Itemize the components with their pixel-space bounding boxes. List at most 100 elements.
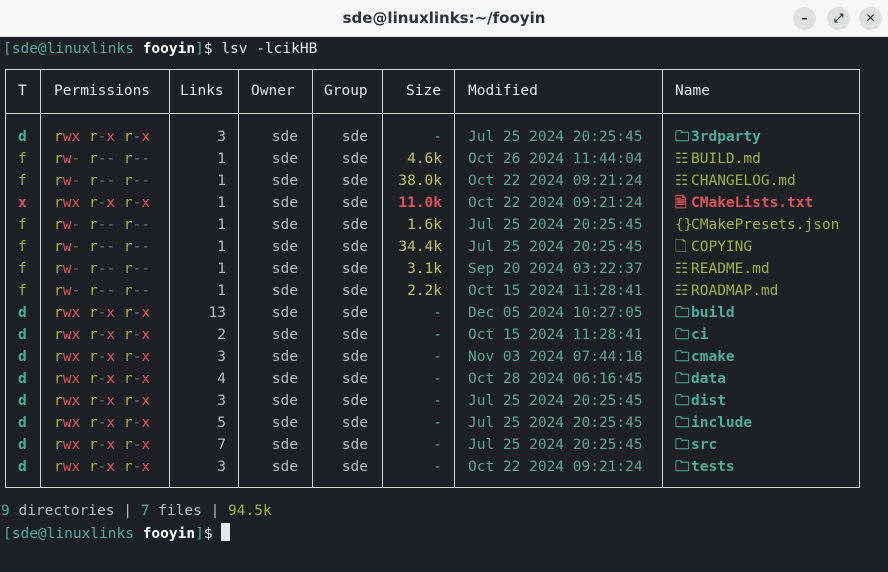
cell-group: sde [341, 393, 368, 409]
cell-links: 1 [217, 151, 226, 167]
cell-name[interactable]: 🗀 3rdparty [675, 126, 761, 148]
folder-icon: 🗀 [675, 459, 690, 475]
cell-name[interactable]: ☷ README.md [675, 258, 770, 280]
folder-icon: 🗀 [675, 393, 690, 409]
file-name: README.md [691, 261, 770, 277]
cell-name[interactable]: 🗎 CMakeLists.txt [675, 192, 813, 214]
minimize-button[interactable]: – [793, 7, 816, 30]
cell-type: d [18, 327, 27, 343]
cell-size: 1.6k [407, 217, 442, 233]
cell-group: sde [341, 371, 368, 387]
header-size: Size [406, 83, 441, 99]
folder-icon: 🗀 [675, 305, 690, 321]
cell-permissions: rwx r-x r-x [54, 371, 151, 387]
prompt-line[interactable]: [sde@linuxlinks fooyin]$ [3, 523, 231, 543]
cell-type: f [18, 239, 27, 255]
cell-owner: sde [271, 261, 298, 277]
terminal-area[interactable]: [sde@linuxlinks fooyin]$ lsv -lcikHB T P… [0, 37, 888, 572]
file-name: src [691, 437, 718, 453]
cell-group: sde [341, 129, 368, 145]
cell-links: 1 [217, 195, 226, 211]
cell-group: sde [341, 415, 368, 431]
cell-name[interactable]: 🗀 include [675, 412, 752, 434]
cell-owner: sde [271, 129, 298, 145]
folder-icon: 🗀 [675, 327, 690, 343]
cell-name[interactable]: {}CMakePresets.json [675, 214, 839, 236]
text-file-icon: 🗎 [675, 195, 687, 211]
close-button[interactable]: ✕ [859, 7, 882, 30]
folder-icon: 🗀 [675, 437, 690, 453]
cell-owner: sde [271, 437, 298, 453]
cell-links: 1 [217, 283, 226, 299]
cell-links: 1 [217, 261, 226, 277]
cell-owner: sde [271, 371, 298, 387]
cell-group: sde [341, 305, 368, 321]
markdown-icon: ☷ [675, 173, 688, 189]
cell-permissions: rwx r-x r-x [54, 459, 151, 475]
file-name: ci [691, 327, 709, 343]
cell-links: 1 [217, 173, 226, 189]
cell-modified: Dec 05 2024 10:27:05 [468, 305, 643, 321]
cell-size: - [433, 349, 442, 365]
header-owner: Owner [251, 83, 295, 99]
file-name: data [691, 371, 726, 387]
cell-group: sde [341, 239, 368, 255]
file-name: build [691, 305, 735, 321]
cell-permissions: rw- r-- r-- [54, 173, 151, 189]
cell-name[interactable]: ☷ ROADMAP.md [675, 280, 778, 302]
cell-size: - [433, 305, 442, 321]
cell-links: 3 [217, 129, 226, 145]
cell-modified: Jul 25 2024 20:25:45 [468, 129, 643, 145]
cell-type: f [18, 217, 27, 233]
cell-name[interactable]: 🗋 COPYING [675, 236, 752, 258]
cell-permissions: rwx r-x r-x [54, 327, 151, 343]
folder-icon: 🗀 [675, 129, 690, 145]
cell-owner: sde [271, 415, 298, 431]
cell-name[interactable]: ☷ BUILD.md [675, 148, 761, 170]
cell-name[interactable]: 🗀 dist [675, 390, 726, 412]
cell-name[interactable]: 🗀 build [675, 302, 735, 324]
cell-permissions: rwx r-x r-x [54, 437, 151, 453]
file-name: include [691, 415, 753, 431]
cell-name[interactable]: ☷ CHANGELOG.md [675, 170, 796, 192]
cell-name[interactable]: 🗀 cmake [675, 346, 735, 368]
file-name: dist [691, 393, 726, 409]
cell-name[interactable]: 🗀 src [675, 434, 717, 456]
cell-name[interactable]: 🗀 data [675, 368, 726, 390]
header-type: T [18, 83, 27, 99]
maximize-button[interactable]: ⤢ [827, 7, 850, 30]
file-name: BUILD.md [691, 151, 761, 167]
cell-links: 1 [217, 217, 226, 233]
prompt-dir: fooyin [142, 41, 196, 57]
cell-modified: Oct 15 2024 11:28:41 [468, 283, 643, 299]
cell-type: f [18, 173, 27, 189]
cell-modified: Sep 20 2024 03:22:37 [468, 261, 643, 277]
cell-permissions: rwx r-x r-x [54, 415, 151, 431]
cell-owner: sde [271, 173, 298, 189]
cell-name[interactable]: 🗀 tests [675, 456, 735, 478]
cell-group: sde [341, 349, 368, 365]
cell-modified: Oct 15 2024 11:28:41 [468, 327, 643, 343]
cell-size: 3.1k [407, 261, 442, 277]
cell-type: f [18, 283, 27, 299]
cell-modified: Oct 26 2024 11:44:04 [468, 151, 643, 167]
cell-size: 34.4k [398, 239, 442, 255]
cell-owner: sde [271, 195, 298, 211]
cell-permissions: rw- r-- r-- [54, 217, 151, 233]
file-name: COPYING [691, 239, 753, 255]
cell-name[interactable]: 🗀 ci [675, 324, 708, 346]
cell-modified: Oct 22 2024 09:21:24 [468, 195, 643, 211]
cell-group: sde [341, 173, 368, 189]
cell-type: x [18, 195, 27, 211]
cell-group: sde [341, 459, 368, 475]
cell-links: 3 [217, 393, 226, 409]
file-name: CMakePresets.json [691, 217, 840, 233]
cell-modified: Jul 25 2024 20:25:45 [468, 437, 643, 453]
dir-count: 9 [1, 503, 10, 519]
file-name: ROADMAP.md [691, 283, 779, 299]
cell-type: d [18, 393, 27, 409]
cell-links: 3 [217, 459, 226, 475]
header-group: Group [324, 83, 368, 99]
cell-type: d [18, 415, 27, 431]
cell-type: f [18, 261, 27, 277]
